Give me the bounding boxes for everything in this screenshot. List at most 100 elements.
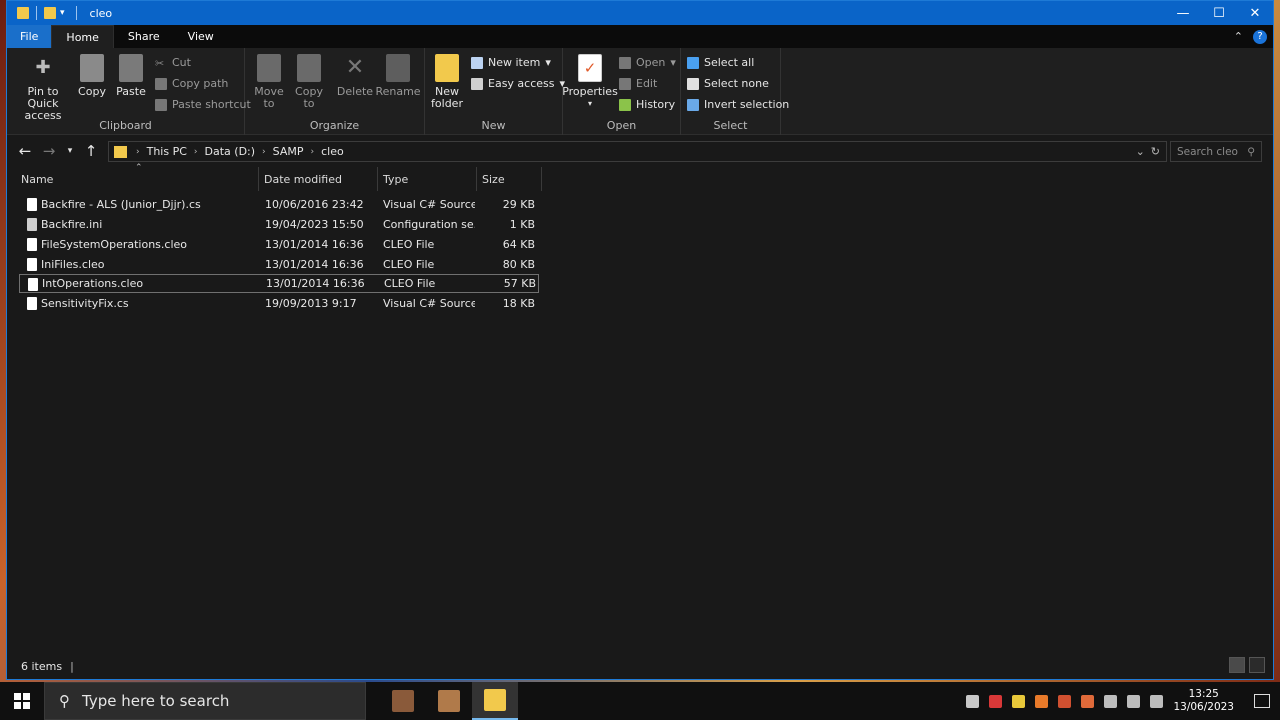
back-arrow-icon[interactable]: ← [13,142,37,160]
file-size: 80 KB [502,258,535,271]
open-button[interactable]: Open ▾ [619,56,676,69]
clock[interactable]: 13:25 13/06/2023 [1173,688,1234,714]
new-item-button[interactable]: New item ▾ [471,56,551,69]
details-view-icon[interactable] [1229,657,1245,673]
copy-path-button[interactable]: Copy path [155,77,228,90]
network-icon[interactable] [1127,694,1141,708]
column-header-type[interactable]: Type [378,167,477,191]
column-header-size[interactable]: Size [477,167,542,191]
edit-button[interactable]: Edit [619,77,657,90]
taskbar-app-character[interactable] [426,682,472,720]
easy-access-button[interactable]: Easy access ▾ [471,77,565,90]
notifications-icon[interactable] [1254,694,1270,708]
cut-button[interactable]: ✂ Cut [155,56,191,70]
copy-to-label: Copy to [295,85,323,110]
history-button[interactable]: History [619,98,675,111]
file-size: 29 KB [502,198,535,211]
move-to-button[interactable]: Move to [253,54,285,110]
new-folder-button[interactable]: New folder [431,54,463,110]
file-name: Backfire - ALS (Junior_Djjr).cs [41,198,201,211]
volume-icon[interactable] [1150,694,1164,708]
select-all-icon [687,56,699,69]
help-icon[interactable]: ? [1253,29,1267,44]
tray-app-speaker-icon[interactable] [1081,694,1095,708]
start-button[interactable] [0,682,44,720]
search-input[interactable]: Search cleo ⚲ [1170,141,1262,162]
chevron-right-icon[interactable]: › [262,147,266,157]
file-row[interactable]: Backfire - ALS (Junior_Djjr).cs 10/06/20… [19,195,539,214]
address-history-chevron-icon[interactable]: ⌄ [1136,145,1145,158]
open-icon [619,56,631,69]
refresh-icon[interactable]: ↻ [1151,145,1160,158]
pin-quick-access-button[interactable]: ✚ Pin to Quick access [13,54,73,122]
file-row[interactable]: IniFiles.cleo 13/01/2014 16:36 CLEO File… [19,255,539,274]
delete-button[interactable]: ✕ Delete [337,54,373,98]
taskbar-app-game[interactable] [380,682,426,720]
large-icons-view-icon[interactable] [1249,657,1265,673]
column-header-date-modified[interactable]: Date modified [259,167,378,191]
forward-arrow-icon[interactable]: → [37,142,61,160]
history-label: History [636,98,676,111]
taskbar-app-file-explorer[interactable] [472,682,518,720]
taskbar: ⚲ Type here to search 13:25 13/06/2023 [0,682,1280,720]
maximize-button[interactable]: ☐ [1201,1,1237,25]
chevron-right-icon[interactable]: › [194,147,198,157]
usb-icon[interactable] [1104,694,1118,708]
chevron-right-icon[interactable]: › [311,147,315,157]
item-count: 6 items [21,659,63,673]
tab-share[interactable]: Share [114,25,174,48]
file-name: FileSystemOperations.cleo [41,238,187,251]
paste-shortcut-button[interactable]: Paste shortcut [155,98,251,111]
tab-view[interactable]: View [174,25,228,48]
organize-group: Move to Copy to ✕ Delete Rename Organize [245,48,425,135]
up-arrow-icon[interactable]: ↑ [79,142,103,160]
tray-app-yellow-icon[interactable] [1012,694,1026,708]
file-icon [28,278,38,291]
close-button[interactable]: ✕ [1237,1,1273,25]
minimize-button[interactable]: — [1165,1,1201,25]
file-icon [27,297,37,310]
tab-home[interactable]: Home [51,25,114,48]
tab-file[interactable]: File [7,25,52,48]
breadcrumb-data-d[interactable]: Data (D:) [205,145,256,158]
paste-button[interactable]: Paste [115,54,147,98]
file-row[interactable]: FileSystemOperations.cleo 13/01/2014 16:… [19,235,539,254]
properties-label: Properties [562,85,618,98]
file-size: 57 KB [503,277,536,290]
quick-access-folder-icon[interactable] [44,7,56,19]
tray-app-orange-icon[interactable] [1035,694,1049,708]
discord-icon[interactable] [966,694,980,708]
dropdown-arrow-icon: ▾ [670,56,676,69]
column-header-name[interactable]: Name [16,167,259,191]
copy-to-button[interactable]: Copy to [293,54,325,110]
address-bar[interactable]: › This PC › Data (D:) › SAMP › cleo ⌄ ↻ [108,141,1167,162]
file-icon [27,258,37,271]
select-all-button[interactable]: Select all [687,56,754,69]
tray-app-swirl-icon[interactable] [1058,694,1072,708]
rename-button[interactable]: Rename [375,54,421,98]
select-none-button[interactable]: Select none [687,77,769,90]
copy-button[interactable]: Copy [77,54,107,98]
taskbar-search-box[interactable]: ⚲ Type here to search [44,682,366,720]
search-icon: ⚲ [1247,145,1255,158]
file-name: IntOperations.cleo [42,277,144,290]
properties-button[interactable]: ✓ Properties ▾ [562,54,618,110]
breadcrumb-this-pc[interactable]: This PC [147,145,187,158]
status-divider: | [70,659,74,673]
easy-access-icon [471,77,483,90]
file-row[interactable]: Backfire.ini 19/04/2023 15:50 Configurat… [19,215,539,234]
tray-app-red-icon[interactable] [989,694,1003,708]
file-row-focused[interactable]: IntOperations.cleo 13/01/2014 16:36 CLEO… [19,274,539,293]
customize-quick-access-chevron-icon[interactable]: ▾ [60,8,65,18]
collapse-ribbon-icon[interactable]: ⌃ [1234,30,1243,43]
character-app-icon [438,690,460,712]
file-size: 1 KB [509,218,535,231]
invert-selection-button[interactable]: Invert selection [687,98,789,111]
file-row[interactable]: SensitivityFix.cs 19/09/2013 9:17 Visual… [19,294,539,313]
clipboard-group: ✚ Pin to Quick access Copy Paste ✂ Cut Co… [7,48,251,135]
recent-locations-chevron-icon[interactable]: ▾ [61,146,79,156]
copy-to-icon [297,54,321,82]
breadcrumb-samp[interactable]: SAMP [273,145,304,158]
file-name: SensitivityFix.cs [41,297,129,310]
breadcrumb-cleo[interactable]: cleo [321,145,344,158]
